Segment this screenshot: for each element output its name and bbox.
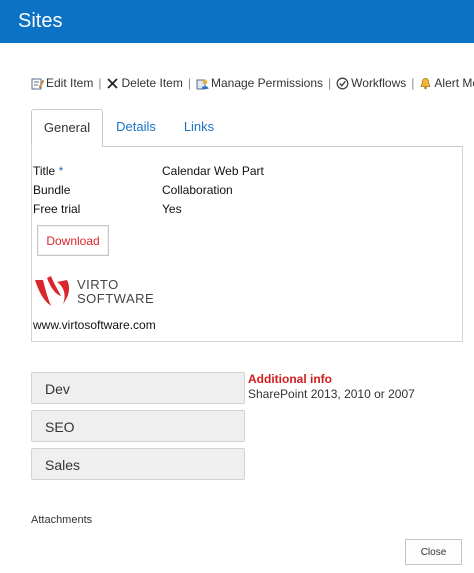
workflows-button[interactable]: Workflows [336,76,406,90]
field-row-free-trial: Free trial Yes [33,202,182,216]
delete-item-label: Delete Item [121,76,183,90]
logo-line-2: SOFTWARE [77,291,155,306]
field-value-bundle: Collaboration [162,183,233,197]
accordion-sales[interactable]: Sales [31,448,245,480]
tab-general[interactable]: General [31,109,103,147]
tab-links[interactable]: Links [174,109,224,145]
edit-icon [31,78,44,89]
toolbar-separator: | [98,76,102,90]
toolbar-separator: | [187,76,191,90]
workflows-icon [336,77,349,89]
window-title: Sites [18,10,63,32]
toolbar-separator: | [411,76,415,90]
accordion-dev[interactable]: Dev [31,372,245,404]
virto-logo-mark-icon [35,276,70,306]
field-value-free-trial: Yes [162,202,182,216]
toolbar-separator: | [328,76,332,90]
logo-wordmark: VIRTO SOFTWARE [77,278,154,306]
accordion-seo-label: SEO [45,419,75,435]
tab-details-label: Details [116,119,156,134]
workflows-label: Workflows [351,76,407,90]
additional-info-title: Additional info [248,372,332,386]
permissions-icon [196,79,209,89]
delete-item-button[interactable]: Delete Item [106,76,183,90]
attachments-label: Attachments [31,514,93,526]
delete-x-icon [107,77,119,89]
title-bar: Sites [0,0,474,43]
field-label-title: Title [33,164,56,178]
manage-permissions-label: Manage Permissions [210,76,324,90]
field-value-title: Calendar Web Part [162,164,264,178]
tab-general-label: General [43,120,91,135]
manage-permissions-button[interactable]: Manage Permissions [196,76,323,90]
accordion-dev-label: Dev [45,381,70,397]
edit-item-button[interactable]: Edit Item [31,76,93,90]
close-button[interactable]: Close [405,539,462,565]
logo-line-1: VIRTO [77,277,119,292]
tab-links-label: Links [183,119,215,134]
accordion-seo[interactable]: SEO [31,410,245,442]
tab-strip: General Details Links [31,109,463,147]
required-marker: * [55,164,64,178]
site-url: www.virtosoftware.com [33,318,156,332]
field-label-bundle: Bundle [33,183,71,197]
virtosoftware-logo: VIRTO SOFTWARE [33,274,154,309]
ribbon-toolbar: Edit Item | Delete Item | Manage Permiss… [31,74,474,92]
edit-item-label: Edit Item [46,76,94,90]
general-tab-panel: Title * Calendar Web Part Bundle Collabo… [31,146,463,342]
field-row-bundle: Bundle Collaboration [33,183,233,197]
field-label-free-trial: Free trial [33,202,81,216]
field-row-title: Title * Calendar Web Part [33,164,264,178]
accordion-sales-label: Sales [45,457,81,473]
alert-me-button[interactable]: Alert Me [419,76,474,90]
alert-icon [420,77,431,89]
tab-details[interactable]: Details [107,109,165,145]
additional-info-text: SharePoint 2013, 2010 or 2007 [248,387,415,401]
alert-me-label: Alert Me [434,76,474,90]
download-button[interactable]: Download [37,225,109,256]
